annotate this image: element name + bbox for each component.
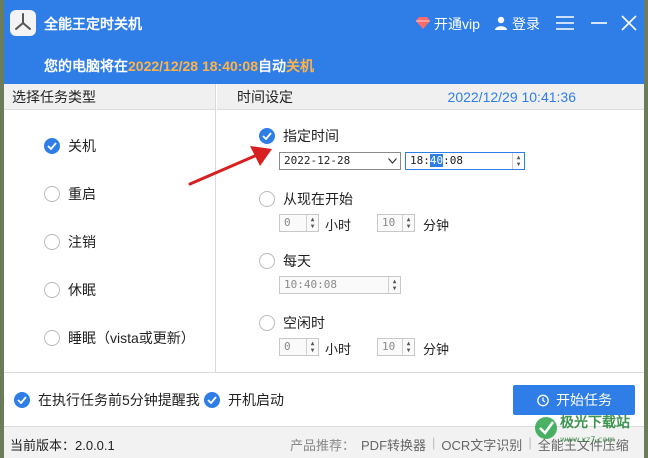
time-settings-header: 时间设定 2022/12/29 10:41:36 [217, 84, 644, 110]
time-settings-panel: 时间设定 2022/12/29 10:41:36 指定时间 2022-12-28… [217, 84, 644, 372]
start-task-button[interactable]: 开始任务 [513, 385, 635, 415]
task-type-panel: 选择任务类型 关机 重启 注销 休眠 睡眠（vista或更新） [4, 84, 216, 372]
spinner-arrows-icon[interactable]: ▲ ▼ [306, 339, 318, 355]
radio-icon [44, 282, 60, 298]
separator: | [432, 435, 436, 450]
option-shutdown[interactable]: 关机 [44, 136, 96, 156]
hours-unit: 小时 [325, 218, 352, 233]
product-link-pdf[interactable]: PDF转换器 [361, 435, 426, 454]
vip-link[interactable]: 开通vip [416, 14, 480, 34]
minutes-unit: 分钟 [423, 342, 450, 357]
idle-hours-input[interactable]: 0 ▲ ▼ [279, 338, 319, 356]
spinner-arrows-icon[interactable]: ▲ ▼ [402, 215, 414, 231]
current-time: 2022/12/29 10:41:36 [447, 89, 576, 105]
option-restart[interactable]: 重启 [44, 184, 96, 204]
minutes-value: 10 [382, 340, 396, 353]
product-link-ocr[interactable]: OCR文字识别 [441, 435, 522, 454]
time-minute: 40 [429, 154, 444, 167]
shutdown-mid: 自动 [258, 58, 286, 74]
product-recommendations: 产品推荐： PDF转换器 | OCR文字识别 | 全能王文件压缩 [290, 435, 629, 454]
daily-time-input[interactable]: 10:40:08 ▲ ▼ [279, 276, 401, 294]
product-link-compress[interactable]: 全能王文件压缩 [538, 435, 629, 454]
option-from-now[interactable]: 从现在开始 [259, 189, 353, 209]
alarm-clock-icon [537, 394, 549, 407]
app-title: 全能王定时关机 [44, 16, 142, 32]
option-daily[interactable]: 每天 [259, 251, 311, 271]
option-label: 注销 [68, 234, 96, 250]
option-logoff[interactable]: 注销 [44, 232, 96, 252]
login-label: 登录 [512, 16, 540, 32]
hours-value: 0 [284, 340, 291, 353]
option-sleep[interactable]: 睡眠（vista或更新） [44, 328, 195, 348]
radio-icon [259, 253, 275, 269]
hours-value: 0 [284, 216, 291, 229]
task-type-header: 选择任务类型 [4, 84, 215, 110]
chevron-down-icon[interactable] [386, 153, 398, 169]
radio-icon [259, 315, 275, 331]
date-value: 2022-12-28 [284, 154, 351, 167]
minutes-unit: 分钟 [423, 218, 450, 233]
shutdown-message: 您的电脑将在2022/12/28 18:40:08自动关机 [44, 56, 314, 76]
diamond-icon [416, 16, 430, 32]
idle-minutes-input[interactable]: 10 ▲ ▼ [377, 338, 415, 356]
option-label: 指定时间 [283, 128, 339, 144]
close-icon [621, 15, 637, 31]
minutes-value: 10 [382, 216, 396, 229]
option-hibernate[interactable]: 休眠 [44, 280, 96, 300]
spinner-arrows-icon[interactable]: ▲ ▼ [402, 339, 414, 355]
hamburger-icon [556, 16, 574, 30]
checkbox-checked-icon [14, 392, 30, 408]
radio-icon [44, 234, 60, 250]
time-settings-title: 时间设定 [237, 89, 293, 105]
option-label: 重启 [68, 186, 96, 202]
minimize-button[interactable] [586, 10, 612, 36]
option-idle[interactable]: 空闲时 [259, 313, 325, 333]
recommend-label: 产品推荐： [290, 438, 356, 453]
option-label: 空闲时 [283, 315, 325, 331]
title-bar: 全能王定时关机 开通vip 登录 您的电脑将在2022/12/28 18:40:… [4, 0, 644, 84]
start-task-label: 开始任务 [556, 392, 612, 408]
minimize-icon [591, 22, 607, 24]
time-second: :08 [443, 154, 463, 167]
user-icon [494, 16, 508, 33]
date-picker[interactable]: 2022-12-28 [279, 152, 401, 170]
spinner-arrows-icon[interactable]: ▲ ▼ [306, 215, 318, 231]
radio-icon [259, 191, 275, 207]
radio-icon [44, 330, 60, 346]
version-label: 当前版本：2.0.0.1 [10, 438, 115, 453]
bottom-options: 在执行任务前5分钟提醒我 开机启动 开始任务 [4, 372, 644, 426]
radio-checked-icon [44, 138, 60, 154]
annotation-arrow-icon [188, 146, 272, 186]
option-label: 关机 [68, 138, 96, 154]
menu-button[interactable] [552, 10, 578, 36]
autostart-label: 开机启动 [228, 392, 284, 408]
remind-label: 在执行任务前5分钟提醒我 [38, 392, 200, 408]
time-spinner[interactable]: 18:40:08 ▲ ▼ [405, 152, 525, 170]
from-now-hours-input[interactable]: 0 ▲ ▼ [279, 214, 319, 232]
spinner-arrows-icon[interactable]: ▲ ▼ [512, 153, 524, 169]
status-bar: 当前版本：2.0.0.1 产品推荐： PDF转换器 | OCR文字识别 | 全能… [4, 426, 644, 458]
from-now-minutes-input[interactable]: 10 ▲ ▼ [377, 214, 415, 232]
option-label: 从现在开始 [283, 191, 353, 207]
option-label: 每天 [283, 253, 311, 269]
remind-checkbox[interactable]: 在执行任务前5分钟提醒我 [14, 390, 200, 410]
option-label: 休眠 [68, 282, 96, 298]
shutdown-time: 2022/12/28 18:40:08 [128, 58, 258, 74]
app-logo-icon [10, 10, 36, 36]
daily-time-value: 10:40:08 [284, 278, 337, 291]
login-link[interactable]: 登录 [494, 14, 540, 34]
close-button[interactable] [616, 10, 642, 36]
autostart-checkbox[interactable]: 开机启动 [204, 390, 284, 410]
shutdown-action: 关机 [286, 58, 314, 74]
hours-unit: 小时 [325, 342, 352, 357]
vip-label: 开通vip [434, 16, 480, 32]
checkbox-checked-icon [204, 392, 220, 408]
time-hour: 18: [410, 154, 430, 167]
app-window: 全能王定时关机 开通vip 登录 您的电脑将在2022/12/28 18:40:… [4, 0, 644, 458]
radio-icon [44, 186, 60, 202]
option-label: 睡眠（vista或更新） [68, 330, 195, 346]
shutdown-prefix: 您的电脑将在 [44, 58, 128, 74]
separator: | [528, 435, 532, 450]
spinner-arrows-icon[interactable]: ▲ ▼ [388, 277, 400, 293]
